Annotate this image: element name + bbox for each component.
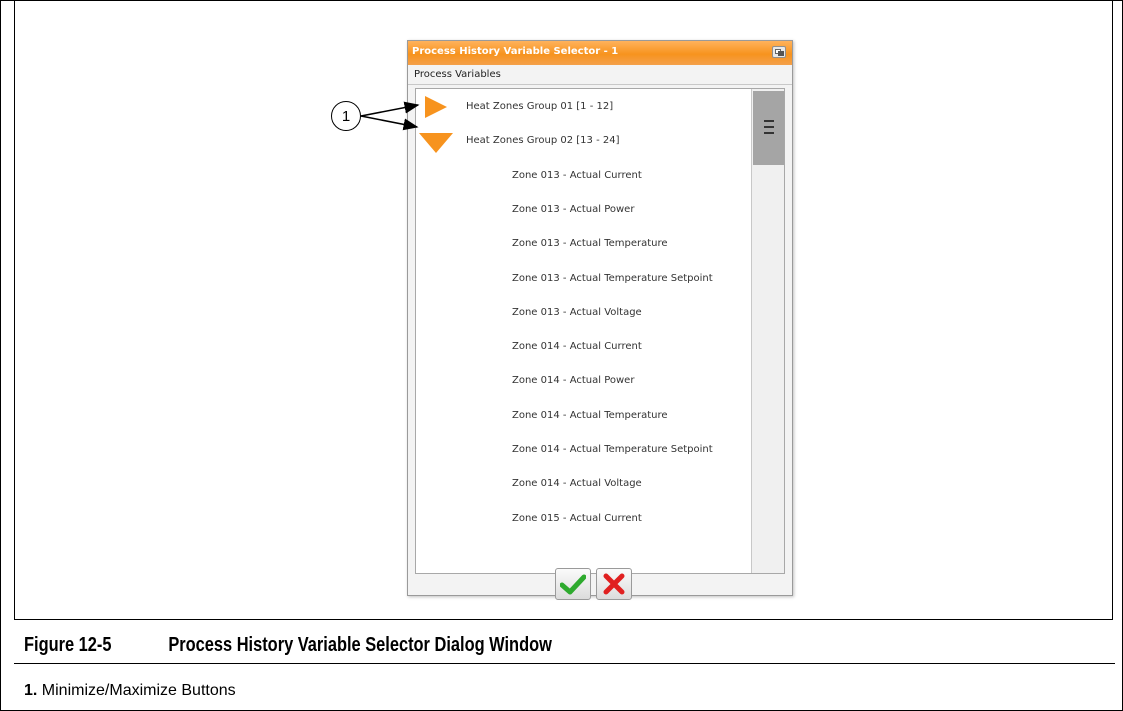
list-item[interactable]: Zone 013 - Actual Temperature xyxy=(416,226,751,260)
dialog-titlebar[interactable]: Process History Variable Selector - 1 xyxy=(408,41,792,65)
variable-label: Zone 014 - Actual Voltage xyxy=(512,478,642,489)
cancel-button[interactable] xyxy=(596,568,632,600)
variable-label: Zone 015 - Actual Current xyxy=(512,513,642,524)
variable-label: Zone 014 - Actual Temperature xyxy=(512,410,668,421)
variable-label: Zone 013 - Actual Temperature xyxy=(512,238,668,249)
group-row-01[interactable]: Heat Zones Group 01 [1 - 12] xyxy=(416,89,751,123)
list-item[interactable]: Zone 013 - Actual Temperature Setpoint xyxy=(416,261,751,295)
variable-label: Zone 013 - Actual Voltage xyxy=(512,307,642,318)
grip-line xyxy=(764,132,774,134)
grip-line xyxy=(764,120,774,122)
list-item[interactable]: Zone 014 - Actual Voltage xyxy=(416,466,751,500)
variable-label: Zone 013 - Actual Current xyxy=(512,170,642,181)
group-label: Heat Zones Group 01 [1 - 12] xyxy=(466,101,614,112)
list-item[interactable]: Zone 013 - Actual Power xyxy=(416,192,751,226)
dialog-title: Process History Variable Selector - 1 xyxy=(412,46,619,57)
minimize-maximize-icon[interactable] xyxy=(772,46,786,58)
group-row-02[interactable]: Heat Zones Group 02 [13 - 24] xyxy=(416,123,751,157)
list-item[interactable]: Zone 015 - Actual Current xyxy=(416,501,751,535)
checkmark-icon xyxy=(560,574,586,595)
variable-label: Zone 014 - Actual Current xyxy=(512,341,642,352)
variable-label: Zone 013 - Actual Power xyxy=(512,204,635,215)
ok-button[interactable] xyxy=(555,568,591,600)
triangle-right-icon[interactable] xyxy=(425,96,447,118)
triangle-down-icon[interactable] xyxy=(419,133,453,153)
caption-divider xyxy=(14,663,1115,664)
section-divider xyxy=(408,84,792,85)
scrollbar-thumb[interactable] xyxy=(753,91,784,165)
variable-label: Zone 014 - Actual Temperature Setpoint xyxy=(512,444,713,455)
list-item[interactable]: Zone 014 - Actual Temperature Setpoint xyxy=(416,432,751,466)
list-item[interactable]: Zone 014 - Actual Temperature xyxy=(416,398,751,432)
list-item[interactable]: Zone 013 - Actual Voltage xyxy=(416,295,751,329)
figure-number: Figure 12-5 xyxy=(24,634,112,656)
x-icon xyxy=(603,573,625,595)
legend-text: Minimize/Maximize Buttons xyxy=(41,682,236,699)
vertical-scrollbar[interactable] xyxy=(751,89,784,573)
group-label: Heat Zones Group 02 [13 - 24] xyxy=(466,135,620,146)
dialog-button-bar xyxy=(408,568,792,600)
callout-1: 1 xyxy=(331,101,361,131)
list-content: Heat Zones Group 01 [1 - 12] Heat Zones … xyxy=(416,89,751,573)
section-label: Process Variables xyxy=(414,69,501,80)
grip-line xyxy=(764,126,774,128)
variable-label: Zone 014 - Actual Power xyxy=(512,375,635,386)
process-history-variable-selector-dialog: Process History Variable Selector - 1 Pr… xyxy=(407,40,793,600)
callout-number: 1 xyxy=(341,107,351,125)
figure-title: Process History Variable Selector Dialog… xyxy=(168,634,552,656)
variable-label: Zone 013 - Actual Temperature Setpoint xyxy=(512,273,713,284)
callout-legend-item: 1. Minimize/Maximize Buttons xyxy=(24,682,236,700)
list-item[interactable]: Zone 013 - Actual Current xyxy=(416,158,751,192)
list-item[interactable]: Zone 014 - Actual Power xyxy=(416,363,751,397)
legend-number: 1. xyxy=(24,682,38,699)
process-variables-list[interactable]: Heat Zones Group 01 [1 - 12] Heat Zones … xyxy=(415,88,785,574)
list-item[interactable]: Zone 014 - Actual Current xyxy=(416,329,751,363)
figure-caption: Figure 12-5 Process History Variable Sele… xyxy=(24,634,552,657)
